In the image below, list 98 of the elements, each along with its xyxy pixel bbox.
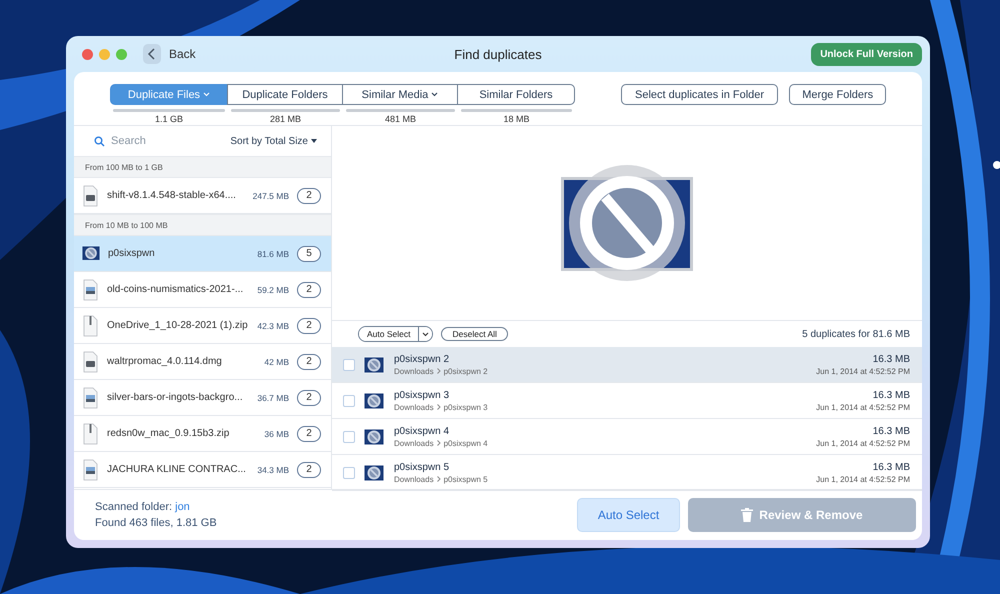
duplicate-count: 2 xyxy=(297,188,321,204)
image-file-icon xyxy=(82,386,99,408)
path-file: p0sixspwn 3 xyxy=(444,402,488,412)
path-folder: Downloads xyxy=(394,438,434,448)
chevron-left-icon xyxy=(143,44,161,64)
caret-icon xyxy=(311,139,317,143)
duplicate-name: p0sixspwn 5 xyxy=(394,462,450,472)
chevron-right-icon xyxy=(436,476,441,482)
duplicate-name: p0sixspwn 4 xyxy=(394,426,450,436)
zip-file-icon xyxy=(82,422,99,444)
found-files-text: Found 463 files, 1.81 GB xyxy=(95,517,218,529)
path-folder: Downloads xyxy=(394,402,434,412)
unlock-button[interactable]: Unlock Full Version xyxy=(811,42,922,66)
trash-icon xyxy=(741,508,754,522)
folder-link[interactable]: jon xyxy=(175,501,190,513)
file-name: redsn0w_mac_0.9.15b3.zip xyxy=(107,428,230,439)
image-file-icon xyxy=(82,278,99,300)
blocked-app-icon xyxy=(364,356,384,372)
duplicate-date: Jun 1, 2014 at 4:52:52 PM xyxy=(816,402,910,412)
duplicate-count: 2 xyxy=(297,354,321,370)
auto-select-button[interactable]: Auto Select xyxy=(577,498,680,532)
duplicate-date: Jun 1, 2014 at 4:52:52 PM xyxy=(816,474,910,484)
select-in-folder-button[interactable]: Select duplicates in Folder xyxy=(621,84,778,105)
path-folder: Downloads xyxy=(394,474,434,484)
tab[interactable]: Similar Folders xyxy=(457,84,575,105)
deselect-all-button[interactable]: Deselect All xyxy=(441,327,508,341)
caret-icon xyxy=(431,92,438,97)
blocked-app-icon xyxy=(82,246,100,261)
scanned-folder-text: Scanned folder: jon xyxy=(95,501,191,513)
duplicates-summary: 5 duplicates for 81.6 MB xyxy=(802,328,910,340)
file-size: 34.3 MB xyxy=(257,464,289,474)
minimize-button[interactable] xyxy=(99,48,110,60)
group-header: From 100 MB to 1 GB xyxy=(74,156,331,178)
duplicate-count: 2 xyxy=(297,318,321,334)
chevron-right-icon xyxy=(436,440,441,446)
duplicate-date: Jun 1, 2014 at 4:52:52 PM xyxy=(816,438,910,448)
close-button[interactable] xyxy=(82,48,93,60)
duplicate-size: 16.3 MB xyxy=(872,426,910,436)
duplicate-name: p0sixspwn 3 xyxy=(394,390,450,400)
duplicate-name: p0sixspwn 2 xyxy=(394,354,450,364)
file-size: 42.3 MB xyxy=(257,320,289,330)
file-size: 36.7 MB xyxy=(257,392,289,402)
duplicate-count: 2 xyxy=(297,462,321,478)
blocked-app-icon xyxy=(364,428,384,444)
search-icon xyxy=(94,136,105,146)
path-folder: Downloads xyxy=(394,366,434,376)
image-file-icon xyxy=(82,458,99,480)
duplicate-count: 2 xyxy=(297,282,321,298)
file-name: JACHURA KLINE CONTRAC... xyxy=(107,464,247,475)
tab[interactable]: Duplicate Folders xyxy=(227,84,343,105)
tab-size: 481 MB xyxy=(384,114,418,124)
file-name: old-coins-numismatics-2021-... xyxy=(107,284,244,295)
file-list-item[interactable]: p0sixspwn 81.6 MB 5 xyxy=(74,236,331,272)
file-size: 36 MB xyxy=(264,428,289,438)
file-name: p0sixspwn xyxy=(108,248,156,259)
tab-size: 18 MB xyxy=(502,114,530,124)
duplicate-count: 5 xyxy=(297,246,321,262)
disk-image-icon xyxy=(82,350,99,372)
auto-select-menu-button[interactable] xyxy=(418,327,432,341)
file-name: OneDrive_1_10-28-2021 (1).zip xyxy=(107,320,249,331)
duplicate-count: 2 xyxy=(297,426,321,442)
back-button[interactable]: Back xyxy=(143,44,196,64)
tab-size: 281 MB xyxy=(268,114,302,124)
tab-size: 1.1 GB xyxy=(154,114,184,124)
path-file: p0sixspwn 4 xyxy=(444,438,488,448)
path-file: p0sixspwn 2 xyxy=(444,366,488,376)
checkbox[interactable] xyxy=(343,466,355,478)
file-size: 42 MB xyxy=(264,356,289,366)
disk-image-icon xyxy=(82,184,99,206)
duplicate-count: 2 xyxy=(297,390,321,406)
zoom-button[interactable] xyxy=(116,48,127,60)
file-name: shift-v8.1.4.548-stable-x64.... xyxy=(107,190,237,201)
file-name: silver-bars-or-ingots-backgro... xyxy=(107,392,244,403)
duplicate-size: 16.3 MB xyxy=(872,462,910,472)
blocked-app-icon xyxy=(364,464,384,480)
chevron-right-icon xyxy=(436,404,441,410)
file-name: waltrpromac_4.0.114.dmg xyxy=(107,356,223,367)
file-size: 59.2 MB xyxy=(257,284,289,294)
path-file: p0sixspwn 5 xyxy=(444,474,488,484)
duplicate-date: Jun 1, 2014 at 4:52:52 PM xyxy=(816,366,910,376)
sort-dropdown[interactable]: Sort by Total Size xyxy=(230,136,317,146)
file-size: 81.6 MB xyxy=(257,248,289,258)
group-header: From 10 MB to 100 MB xyxy=(74,214,331,236)
tab[interactable]: Similar Media xyxy=(342,84,458,105)
checkbox[interactable] xyxy=(343,358,355,370)
file-size: 247.5 MB xyxy=(252,190,289,200)
duplicate-row[interactable]: p0sixspwn 2 Downloads p0sixspwn 2 16.3 MB Jun 1, 2014 at 4:52:52 PM xyxy=(332,347,922,383)
window-title: Find duplicates xyxy=(454,46,542,62)
checkbox[interactable] xyxy=(343,430,355,442)
checkbox[interactable] xyxy=(343,394,355,406)
caret-icon xyxy=(422,332,430,336)
caret-icon xyxy=(203,92,210,97)
chevron-right-icon xyxy=(436,368,441,374)
merge-folders-button[interactable]: Merge Folders xyxy=(789,84,886,105)
duplicate-size: 16.3 MB xyxy=(872,354,910,364)
zip-file-icon xyxy=(82,314,99,336)
blocked-app-icon xyxy=(364,392,384,408)
duplicate-size: 16.3 MB xyxy=(872,390,910,400)
